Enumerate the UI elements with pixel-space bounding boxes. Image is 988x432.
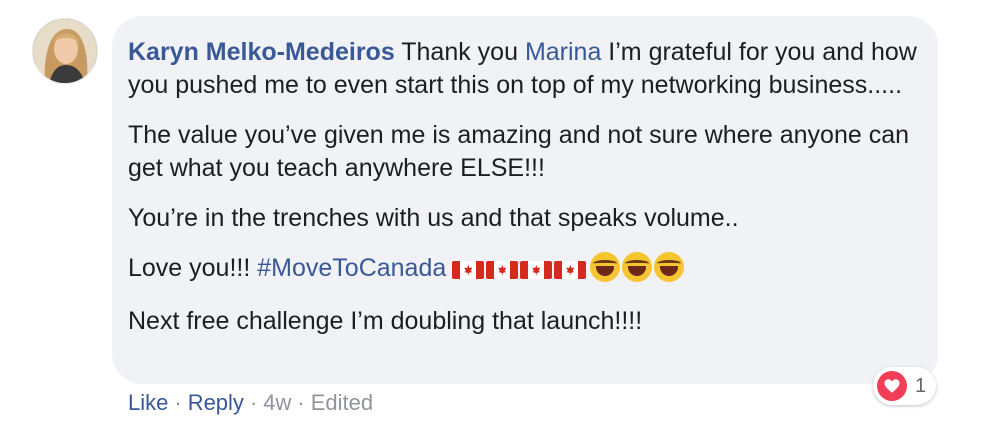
- author-avatar[interactable]: [32, 18, 98, 84]
- laughing-tears-emoji-icon: [654, 252, 685, 282]
- comment-bubble: Karyn Melko-Medeiros Thank you Marina I’…: [112, 16, 938, 384]
- comment-actions: Like · Reply · 4w · Edited: [128, 390, 373, 416]
- separator-dot: ·: [174, 390, 182, 415]
- comment-paragraph-1: Karyn Melko-Medeiros Thank you Marina I’…: [128, 36, 920, 102]
- laughing-tears-emoji-icon: [590, 252, 621, 282]
- comment-paragraph-5: Next free challenge I’m doubling that la…: [128, 307, 643, 335]
- mention-link[interactable]: Marina: [525, 38, 601, 66]
- comment-paragraph-4: Love you!!! #MoveToCanada: [128, 252, 920, 288]
- timestamp-link[interactable]: 4w: [263, 390, 291, 415]
- comment-paragraph-2: The value you’ve given me is amazing and…: [128, 121, 910, 182]
- comment-paragraph-3: You’re in the trenches with us and that …: [128, 204, 739, 232]
- flag-emojis: [452, 255, 588, 288]
- author-name-link[interactable]: Karyn Melko-Medeiros: [128, 38, 395, 66]
- like-button[interactable]: Like: [128, 390, 168, 415]
- canada-flag-icon: [554, 261, 587, 279]
- canada-flag-icon: [486, 261, 519, 279]
- edited-label[interactable]: Edited: [311, 390, 373, 415]
- love-heart-icon: [877, 371, 907, 401]
- hashtag-link[interactable]: #MoveToCanada: [257, 254, 446, 282]
- canada-flag-icon: [452, 261, 485, 279]
- canada-flag-icon: [520, 261, 553, 279]
- avatar-image: [33, 19, 97, 83]
- comment-text: Love you!!!: [128, 254, 258, 282]
- reaction-count: 1: [915, 374, 927, 397]
- reactions-summary[interactable]: 1: [873, 367, 937, 405]
- reply-button[interactable]: Reply: [188, 390, 244, 415]
- separator-dot: ·: [297, 390, 305, 415]
- comment-text: Thank you: [394, 38, 525, 66]
- laughing-tears-emoji-icon: [622, 252, 653, 282]
- separator-dot: ·: [249, 390, 258, 415]
